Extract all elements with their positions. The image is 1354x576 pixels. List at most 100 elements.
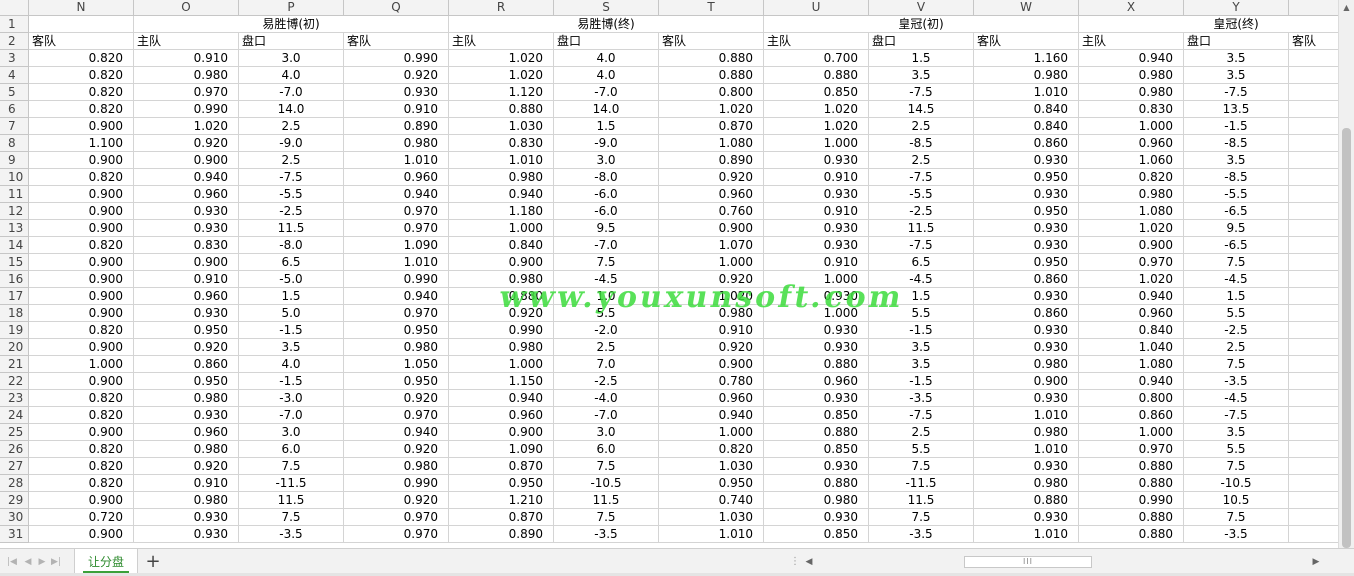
table-cell[interactable]: 0.980 [344, 458, 449, 475]
table-cell[interactable]: 0.880 [1079, 509, 1184, 526]
table-cell[interactable]: 0.850 [764, 526, 869, 543]
table-cell[interactable]: 0.9 [1289, 254, 1338, 271]
table-cell[interactable]: 0.880 [1079, 458, 1184, 475]
table-cell[interactable]: 2.5 [239, 118, 344, 135]
table-cell[interactable]: 0.980 [1079, 186, 1184, 203]
table-cell[interactable]: 6.0 [554, 441, 659, 458]
column-header[interactable] [1289, 0, 1338, 16]
table-cell[interactable]: 0.880 [764, 475, 869, 492]
table-cell[interactable]: -7.5 [1184, 407, 1289, 424]
table-cell[interactable]: 3.5 [239, 339, 344, 356]
table-cell[interactable]: -10.5 [554, 475, 659, 492]
table-cell[interactable]: 1.180 [449, 203, 554, 220]
column-header[interactable]: U [764, 0, 869, 16]
table-cell[interactable]: 0.800 [1079, 390, 1184, 407]
table-cell[interactable]: 0.820 [29, 101, 134, 118]
table-cell[interactable]: 0.890 [449, 526, 554, 543]
row-header[interactable]: 25 [0, 424, 29, 441]
row-header[interactable]: 10 [0, 169, 29, 186]
table-cell[interactable]: -5.5 [1184, 186, 1289, 203]
table-cell[interactable]: 0.980 [449, 169, 554, 186]
table-cell[interactable]: 1.010 [449, 152, 554, 169]
table-cell[interactable]: 0.930 [764, 220, 869, 237]
table-cell[interactable]: 0.950 [134, 322, 239, 339]
table-cell[interactable]: 0.910 [134, 475, 239, 492]
row-header[interactable]: 2 [0, 33, 29, 50]
table-cell[interactable]: 0.9 [1289, 50, 1338, 67]
table-cell[interactable]: 2.5 [869, 118, 974, 135]
table-cell[interactable]: 1.010 [344, 254, 449, 271]
table-cell[interactable]: -9.0 [554, 135, 659, 152]
table-cell[interactable]: 0.990 [134, 101, 239, 118]
table-cell[interactable]: 0.880 [449, 101, 554, 118]
table-cell[interactable]: -3.5 [1184, 373, 1289, 390]
table-cell[interactable]: 0.900 [449, 254, 554, 271]
table-cell[interactable]: 0.9 [1289, 373, 1338, 390]
table-cell[interactable]: 0.880 [659, 67, 764, 84]
table-cell[interactable]: 0.700 [764, 50, 869, 67]
table-cell[interactable]: 0.820 [29, 237, 134, 254]
row-header[interactable]: 17 [0, 288, 29, 305]
table-cell[interactable]: -7.5 [869, 237, 974, 254]
table-cell[interactable]: 0.890 [344, 118, 449, 135]
table-cell[interactable]: 1.000 [29, 356, 134, 373]
table-cell[interactable]: 0.820 [29, 169, 134, 186]
table-cell[interactable]: 0.880 [1079, 475, 1184, 492]
table-cell[interactable]: 0.910 [764, 254, 869, 271]
table-cell[interactable]: 0.990 [344, 271, 449, 288]
table-cell[interactable]: 0.980 [1079, 67, 1184, 84]
table-cell[interactable]: 1.000 [764, 135, 869, 152]
table-cell[interactable]: 0.930 [974, 220, 1079, 237]
table-cell[interactable]: 0.8 [1289, 118, 1338, 135]
table-cell[interactable]: -7.5 [239, 169, 344, 186]
table-cell[interactable]: 5.0 [239, 305, 344, 322]
table-cell[interactable]: -2.5 [554, 373, 659, 390]
table-cell[interactable]: -4.5 [554, 271, 659, 288]
table-cell[interactable]: 1.010 [974, 526, 1079, 543]
table-cell[interactable]: 0.980 [974, 424, 1079, 441]
table-cell[interactable]: 0.930 [134, 407, 239, 424]
table-cell[interactable]: 0.820 [1079, 169, 1184, 186]
table-cell[interactable]: 0.860 [974, 271, 1079, 288]
table-cell[interactable]: 1.0 [1289, 101, 1338, 118]
table-cell[interactable]: 0.960 [134, 424, 239, 441]
table-cell[interactable]: 0.940 [344, 424, 449, 441]
table-cell[interactable]: 0.9 [1289, 84, 1338, 101]
table-cell[interactable]: 1.040 [1079, 339, 1184, 356]
table-cell[interactable]: -1.5 [869, 322, 974, 339]
table-cell[interactable]: 5.5 [554, 305, 659, 322]
table-cell[interactable]: 0.880 [449, 288, 554, 305]
table-cell[interactable]: 0.850 [764, 441, 869, 458]
column-header[interactable]: S [554, 0, 659, 16]
table-cell[interactable]: 1.0 [1289, 458, 1338, 475]
table-cell[interactable]: -9.0 [239, 135, 344, 152]
table-cell[interactable]: 0.820 [29, 407, 134, 424]
table-cell[interactable]: 0.8 [1289, 424, 1338, 441]
row-header[interactable]: 19 [0, 322, 29, 339]
table-cell[interactable]: 0.8 [1289, 152, 1338, 169]
table-cell[interactable]: 0.820 [659, 441, 764, 458]
table-cell[interactable]: 0.960 [344, 169, 449, 186]
table-cell[interactable]: -11.5 [239, 475, 344, 492]
table-cell[interactable]: 0.830 [449, 135, 554, 152]
table-cell[interactable]: 0.950 [659, 475, 764, 492]
row-header[interactable]: 28 [0, 475, 29, 492]
table-cell[interactable]: -1.5 [1184, 118, 1289, 135]
table-cell[interactable]: 0.9 [1289, 288, 1338, 305]
table-cell[interactable]: 6.5 [869, 254, 974, 271]
table-cell[interactable]: 0.920 [344, 441, 449, 458]
table-cell[interactable]: 3.0 [239, 50, 344, 67]
table-cell[interactable]: 0.930 [134, 203, 239, 220]
table-cell[interactable]: 0.990 [344, 50, 449, 67]
table-cell[interactable]: 2.5 [239, 152, 344, 169]
table-cell[interactable]: 0.940 [659, 407, 764, 424]
table-cell[interactable]: 1.020 [764, 101, 869, 118]
table-cell[interactable]: -7.5 [869, 407, 974, 424]
table-cell[interactable]: 0.870 [659, 118, 764, 135]
row-header[interactable]: 8 [0, 135, 29, 152]
table-cell[interactable]: 1.020 [449, 67, 554, 84]
table-cell[interactable]: 7.5 [1184, 458, 1289, 475]
table-cell[interactable]: 0.900 [29, 186, 134, 203]
row-header[interactable]: 16 [0, 271, 29, 288]
column-header[interactable]: Y [1184, 0, 1289, 16]
